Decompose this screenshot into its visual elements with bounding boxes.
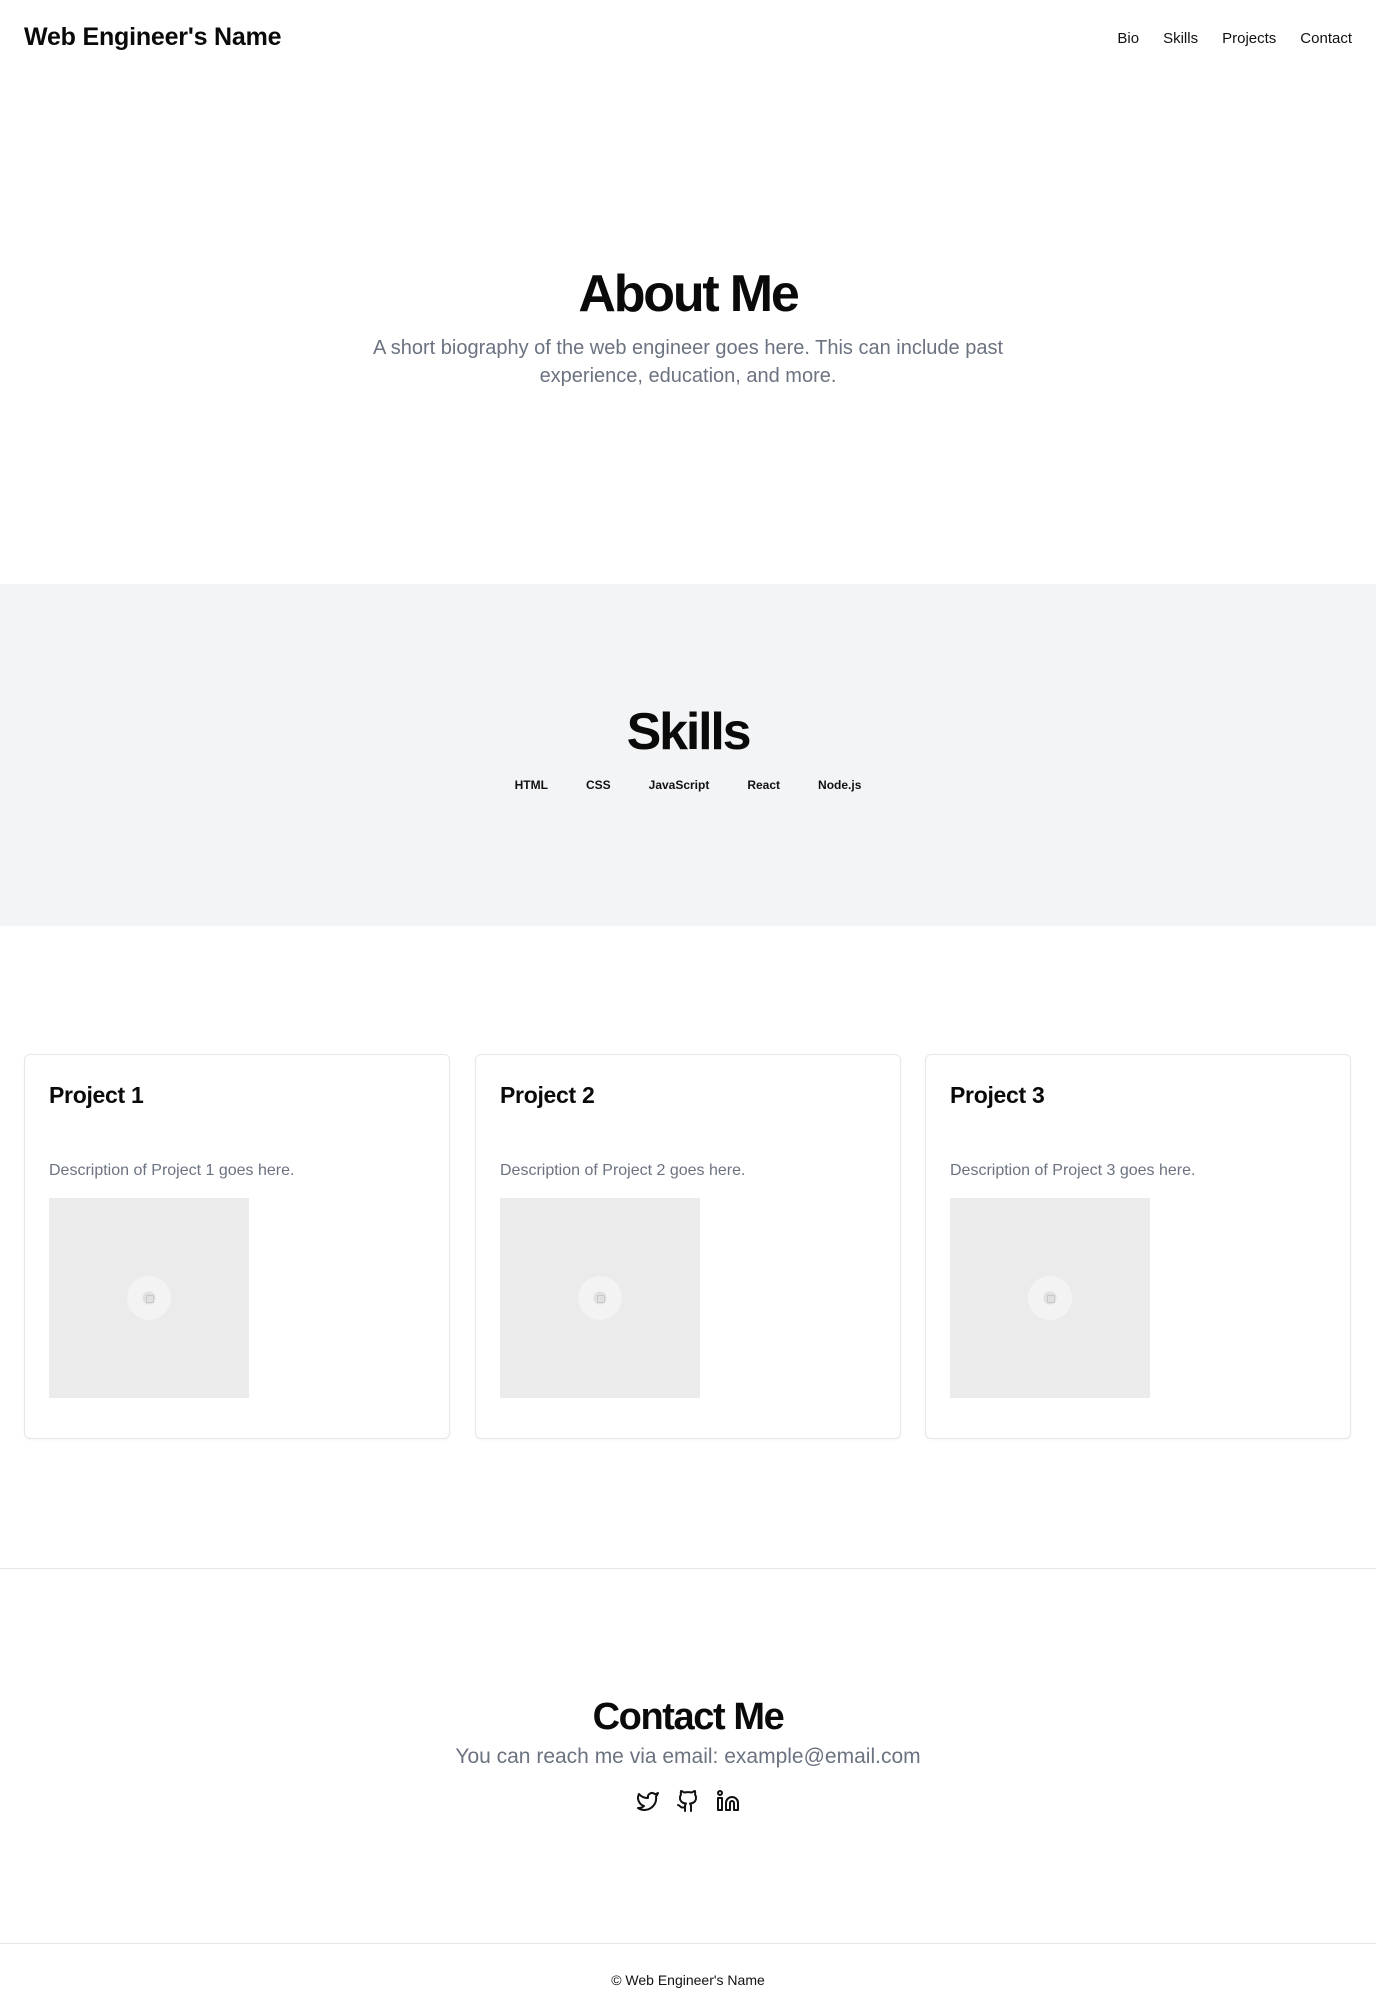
linkedin-icon[interactable]	[716, 1789, 740, 1813]
nav-link-skills[interactable]: Skills	[1163, 30, 1198, 47]
project-description: Description of Project 2 goes here.	[500, 1162, 746, 1179]
site-brand[interactable]: Web Engineer's Name	[24, 23, 282, 52]
nav-link-contact[interactable]: Contact	[1300, 30, 1352, 47]
project-card[interactable]: Project 2 Description of Project 2 goes …	[475, 1054, 901, 1439]
site-header: Web Engineer's Name Bio Skills Projects …	[0, 0, 1376, 80]
skill-item: React	[747, 778, 781, 792]
contact-text: You can reach me via email: example@emai…	[455, 1745, 921, 1768]
nav-link-projects[interactable]: Projects	[1222, 30, 1276, 47]
about-text: A short biography of the web engineer go…	[372, 337, 1004, 387]
project-description: Description of Project 1 goes here.	[49, 1162, 295, 1179]
projects-section: Project 1 Description of Project 1 goes …	[0, 926, 1376, 1568]
skill-item: HTML	[514, 778, 548, 792]
about-section: About Me A short biography of the web en…	[0, 80, 1376, 584]
github-icon[interactable]	[676, 1789, 700, 1813]
about-title: About Me	[578, 265, 799, 323]
social-links	[0, 1789, 1376, 1813]
footer-copyright: © Web Engineer's Name	[611, 1972, 765, 1988]
contact-section: Contact Me You can reach me via email: e…	[0, 1569, 1376, 1943]
project-image-placeholder	[500, 1198, 700, 1398]
image-icon	[127, 1276, 171, 1320]
skill-item: JavaScript	[648, 778, 710, 792]
project-title: Project 3	[950, 1082, 1045, 1108]
image-icon	[578, 1276, 622, 1320]
skills-list: HTML CSS JavaScript React Node.js	[0, 778, 1376, 792]
contact-title: Contact Me	[592, 1696, 785, 1738]
project-image-placeholder	[49, 1198, 249, 1398]
project-title: Project 2	[500, 1082, 595, 1108]
main-nav: Bio Skills Projects Contact	[1117, 30, 1352, 47]
skills-section: Skills HTML CSS JavaScript React Node.js	[0, 584, 1376, 926]
project-card[interactable]: Project 1 Description of Project 1 goes …	[24, 1054, 450, 1439]
project-image-placeholder	[950, 1198, 1150, 1398]
twitter-icon[interactable]	[636, 1789, 660, 1813]
skills-title: Skills	[626, 703, 752, 761]
skill-item: CSS	[585, 778, 611, 792]
project-card[interactable]: Project 3 Description of Project 3 goes …	[925, 1054, 1351, 1439]
site-footer: © Web Engineer's Name	[0, 1944, 1376, 2007]
project-description: Description of Project 3 goes here.	[950, 1162, 1196, 1179]
project-title: Project 1	[49, 1082, 144, 1108]
nav-link-bio[interactable]: Bio	[1117, 30, 1139, 47]
image-icon	[1028, 1276, 1072, 1320]
skill-item: Node.js	[818, 778, 862, 792]
